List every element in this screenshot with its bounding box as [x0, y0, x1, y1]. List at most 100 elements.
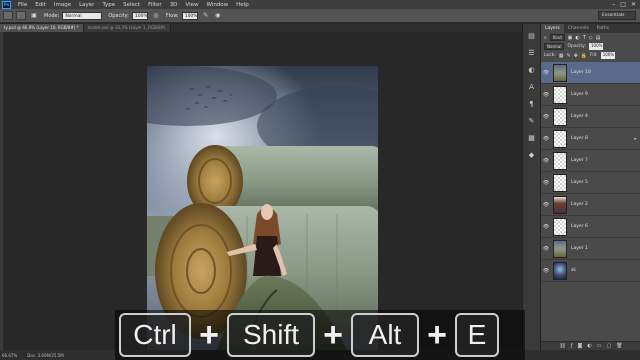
history-icon[interactable]: ▤ — [526, 31, 537, 41]
layer-name[interactable]: Layer 2 — [571, 202, 588, 207]
menu-3d[interactable]: 3D — [166, 2, 182, 8]
properties-icon[interactable]: ☰ — [526, 48, 537, 58]
airbrush-icon[interactable]: ✎ — [202, 12, 210, 20]
options-bar: ▣ Mode: Normal Opacity: 100% ◎ Flow: 100… — [0, 9, 640, 23]
layer-name[interactable]: Layer 10 — [571, 70, 591, 75]
layer-row[interactable]: 👁 Layer 7 — [541, 150, 640, 172]
new-layer-icon[interactable]: ▢ — [607, 343, 612, 349]
visibility-eye-icon[interactable]: 👁 — [541, 246, 551, 252]
type-filter-icon[interactable]: T — [583, 35, 586, 41]
menu-type[interactable]: Type — [98, 2, 119, 8]
flow-input[interactable]: 100% — [181, 11, 198, 20]
swatches-icon[interactable]: ▦ — [526, 133, 537, 143]
layer-thumbnail — [553, 173, 567, 192]
trash-icon[interactable]: 🗑 — [616, 343, 622, 349]
layer-name[interactable]: Layer 5 — [571, 180, 588, 185]
layer-name[interactable]: Layer 8 — [571, 136, 588, 141]
menu-file[interactable]: File — [14, 2, 31, 8]
menu-layer[interactable]: Layer — [75, 2, 98, 8]
layer-row[interactable]: 👁 Layer 5 — [541, 172, 640, 194]
lock-pixels-icon[interactable]: ▦ — [559, 53, 564, 59]
visibility-eye-icon[interactable]: 👁 — [541, 70, 551, 76]
layer-name[interactable]: Layer 6 — [571, 224, 588, 229]
menu-edit[interactable]: Edit — [31, 2, 50, 8]
layer-row[interactable]: 👁 Layer 9 — [541, 84, 640, 106]
document-image[interactable] — [147, 66, 378, 350]
fx-icon[interactable]: ƒ — [571, 343, 573, 349]
menu-window[interactable]: Window — [202, 2, 232, 8]
visibility-eye-icon[interactable]: 👁 — [541, 224, 551, 230]
workspace-select[interactable]: Essentials — [598, 11, 636, 20]
layer-thumbnail — [553, 239, 567, 258]
kind-filter-select[interactable]: Kind — [549, 34, 565, 41]
brush-preset-picker[interactable] — [16, 11, 26, 20]
lock-all-icon[interactable]: 🔒 — [581, 53, 587, 59]
tool-preset-picker[interactable] — [3, 11, 13, 20]
adjustments-icon[interactable]: ◐ — [526, 65, 537, 75]
document-size[interactable]: Doc: 3.60M/25.5M — [27, 353, 63, 358]
visibility-eye-icon[interactable]: 👁 — [541, 136, 551, 142]
character-icon[interactable]: A — [526, 82, 537, 92]
paragraph-icon[interactable]: ¶ — [526, 99, 537, 109]
tab-paths[interactable]: Paths — [593, 24, 613, 33]
menu-help[interactable]: Help — [232, 2, 253, 8]
layer-name[interactable]: Layer 9 — [571, 92, 588, 97]
layer-row[interactable]: 👁 Layer 1 — [541, 238, 640, 260]
layer-row[interactable]: 👁 Layer 6 — [541, 216, 640, 238]
styles-icon[interactable]: ◆ — [526, 150, 537, 160]
layer-thumbnail — [553, 85, 567, 104]
canvas-area[interactable] — [3, 32, 522, 350]
adjustment-icon[interactable]: ◐ — [587, 343, 591, 349]
visibility-eye-icon[interactable]: 👁 — [541, 114, 551, 120]
lock-paint-icon[interactable]: ✎ — [567, 53, 571, 59]
menu-filter[interactable]: Filter — [144, 2, 166, 8]
blend-row: Normal Opacity: 100% — [541, 42, 640, 51]
menu-image[interactable]: Image — [50, 2, 75, 8]
blend-mode-select[interactable]: Normal — [544, 43, 565, 50]
shape-filter-icon[interactable]: ◇ — [589, 35, 593, 41]
layer-row[interactable]: 👁 Layer 2 — [541, 194, 640, 216]
lock-position-icon[interactable]: ✥ — [574, 53, 578, 59]
opacity-input[interactable]: 100% — [131, 11, 148, 20]
layer-opacity-input[interactable]: 100% — [588, 43, 603, 50]
menu-select[interactable]: Select — [119, 2, 144, 8]
adjustment-filter-icon[interactable]: ◐ — [575, 35, 579, 41]
visibility-eye-icon[interactable]: 👁 — [541, 202, 551, 208]
smart-filter-icon[interactable]: ▤ — [596, 35, 601, 41]
pixel-filter-icon[interactable]: ▣ — [568, 35, 573, 41]
doc-tab[interactable]: model.psd @ 33.3% (Layer 1, RGB/8#) — [83, 24, 171, 32]
pressure-size-icon[interactable]: ◉ — [214, 12, 222, 20]
link-icon[interactable]: ⛓ — [559, 343, 565, 349]
layer-row[interactable]: 👁 Layer 10 — [541, 62, 640, 84]
visibility-eye-icon[interactable]: 👁 — [541, 92, 551, 98]
menu-view[interactable]: View — [181, 2, 202, 8]
layer-row[interactable]: 👁 Layer 4 — [541, 106, 640, 128]
layer-name[interactable]: Layer 4 — [571, 114, 588, 119]
fill-label: Fill: — [590, 53, 598, 58]
layer-name[interactable]: sk — [571, 268, 576, 273]
tab-layers[interactable]: Layers — [541, 24, 564, 33]
brush-panel-toggle-icon[interactable]: ▣ — [30, 12, 38, 20]
layer-name[interactable]: Layer 7 — [571, 158, 588, 163]
key-alt: Alt — [351, 313, 419, 357]
visibility-eye-icon[interactable]: 👁 — [541, 268, 551, 274]
fill-input[interactable]: 100% — [600, 52, 615, 59]
zoom-level[interactable]: 66.67% — [2, 353, 17, 358]
brush-icon[interactable]: ✎ — [526, 116, 537, 126]
layer-name[interactable]: Layer 1 — [571, 246, 588, 251]
mask-icon[interactable]: ◙ — [578, 343, 583, 349]
tab-channels[interactable]: Channels — [564, 24, 593, 33]
layer-row[interactable]: 👁 Layer 8 ➤ — [541, 128, 640, 150]
lock-label: Lock: — [544, 53, 556, 58]
visibility-eye-icon[interactable]: 👁 — [541, 158, 551, 164]
minimize-button[interactable]: – — [612, 1, 615, 8]
mode-select[interactable]: Normal — [62, 11, 103, 20]
maximize-button[interactable]: □ — [620, 1, 626, 8]
folder-icon[interactable]: ▭ — [597, 343, 602, 349]
pressure-opacity-icon[interactable]: ◎ — [152, 12, 160, 20]
close-button[interactable]: ✕ — [631, 1, 636, 8]
plus-separator: + — [199, 315, 219, 354]
layer-row[interactable]: 👁 sk — [541, 260, 640, 282]
doc-tab-active[interactable]: ty.psd @ 66.9% (Layer 10, RGB/8#) * — [0, 24, 84, 32]
visibility-eye-icon[interactable]: 👁 — [541, 180, 551, 186]
